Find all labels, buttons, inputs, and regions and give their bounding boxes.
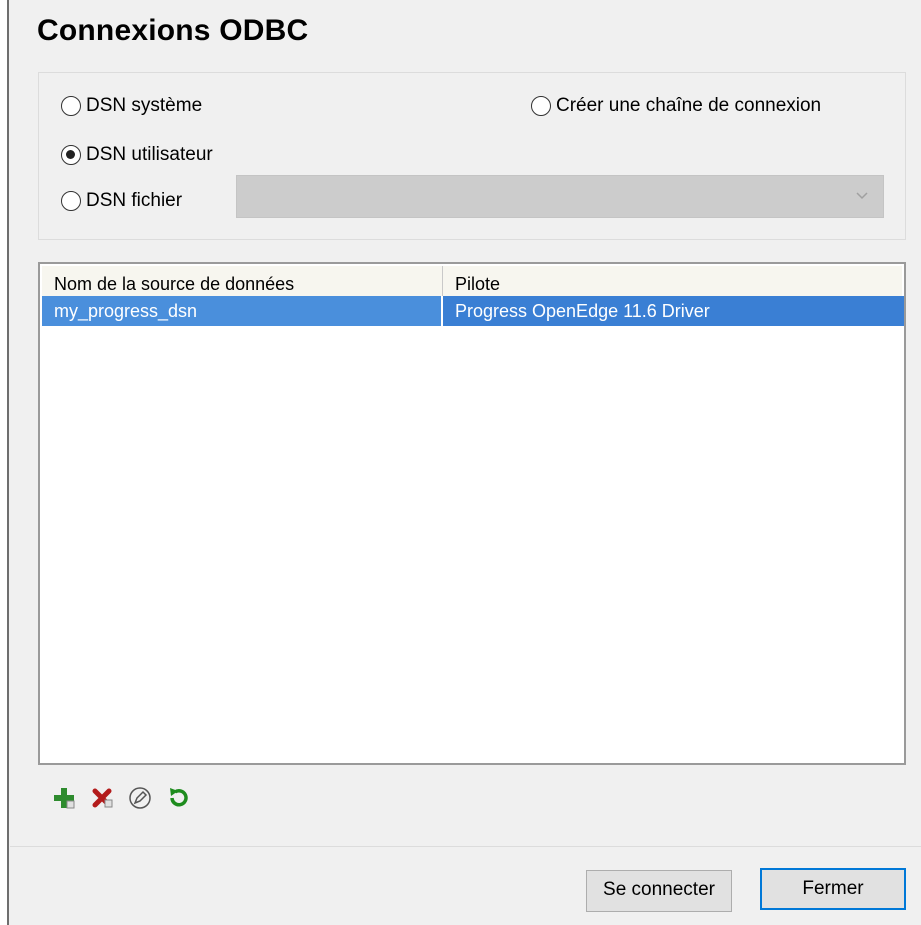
refresh-button[interactable] [164,784,192,812]
list-header: Nom de la source de données Pilote [42,266,902,297]
radio-system-dsn[interactable]: DSN système [61,95,202,117]
radio-user-dsn-label: DSN utilisateur [86,144,213,165]
close-button[interactable]: Fermer [760,868,906,910]
radio-connection-string[interactable]: Créer une chaîne de connexion [531,95,821,117]
delete-icon [92,788,113,808]
delete-button[interactable] [88,784,116,812]
radio-circle-selected[interactable] [61,145,81,165]
window-border [0,0,9,925]
refresh-icon [170,788,188,807]
dsn-list[interactable]: Nom de la source de données Pilote my_pr… [38,262,906,765]
dialog-title: Connexions ODBC [37,14,309,47]
column-header-driver[interactable]: Pilote [443,266,905,296]
radio-user-dsn[interactable]: DSN utilisateur [61,144,213,166]
radio-circle[interactable] [531,96,551,116]
radio-file-dsn-label: DSN fichier [86,190,183,211]
add-icon [54,788,75,809]
file-dsn-combo[interactable] [236,175,884,218]
radio-system-dsn-label: DSN système [86,95,203,116]
radio-file-dsn[interactable]: DSN fichier [61,190,182,212]
radio-connection-string-label: Créer une chaîne de connexion [556,95,822,116]
cell-dsn-name: my_progress_dsn [42,296,441,326]
edit-icon [129,787,151,809]
column-header-name[interactable]: Nom de la source de données [42,266,443,296]
radio-circle[interactable] [61,96,81,116]
radio-circle[interactable] [61,191,81,211]
footer-divider [10,846,921,847]
add-button[interactable] [50,784,78,812]
edit-button[interactable] [126,784,154,812]
table-row[interactable]: my_progress_dsn Progress OpenEdge 11.6 D… [42,296,904,326]
list-toolbar [50,784,192,812]
cell-driver: Progress OpenEdge 11.6 Driver [443,296,904,326]
connect-button[interactable]: Se connecter [586,870,732,912]
chevron-down-icon [856,192,868,200]
